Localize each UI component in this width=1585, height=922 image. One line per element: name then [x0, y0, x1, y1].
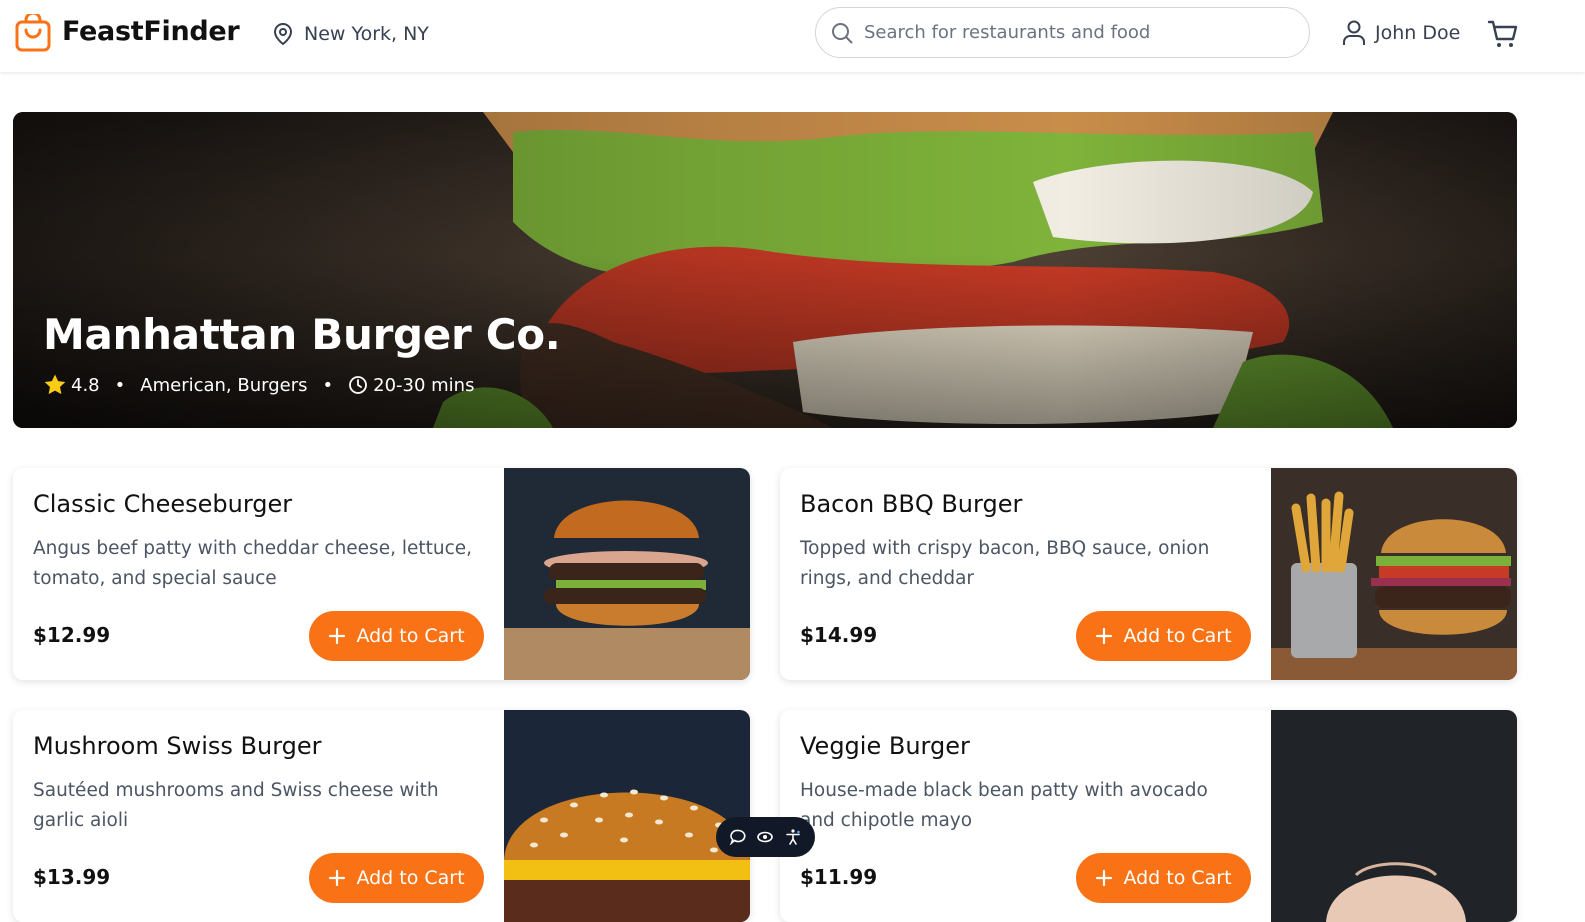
user-name: John Doe — [1375, 22, 1461, 44]
restaurant-rating: 4.8 — [71, 374, 100, 396]
user-account-button[interactable]: John Doe — [1341, 19, 1460, 47]
add-to-cart-label: Add to Cart — [356, 625, 465, 647]
mushroom-swiss-burger-image — [504, 710, 750, 922]
menu-item-name: Veggie Burger — [800, 732, 970, 760]
plus-icon — [1096, 869, 1113, 887]
restaurant-cuisine: American, Burgers — [140, 374, 308, 396]
location-selector[interactable]: New York, NY — [272, 21, 429, 47]
menu-item-name: Bacon BBQ Burger — [800, 490, 1023, 518]
menu-item-name: Classic Cheeseburger — [33, 490, 293, 518]
floating-toolbar — [716, 817, 815, 857]
search-bar[interactable] — [815, 7, 1310, 58]
plus-icon — [329, 627, 346, 645]
menu-item-description: Sautéed mushrooms and Swiss cheese with … — [33, 780, 439, 831]
restaurant-meta: 4.8 • American, Burgers • 20-30 mins — [43, 373, 474, 397]
bacon-bbq-burger-image — [1271, 468, 1517, 680]
menu-item-price: $14.99 — [800, 623, 878, 647]
add-to-cart-button[interactable]: Add to Cart — [309, 611, 484, 661]
map-pin-icon — [273, 22, 293, 46]
menu-item-price: $11.99 — [800, 865, 878, 889]
add-to-cart-label: Add to Cart — [1123, 625, 1232, 647]
menu-item-description: Topped with crispy bacon, BBQ sauce, oni… — [800, 538, 1210, 589]
brand-name[interactable]: FeastFinder — [62, 16, 240, 47]
eye-icon[interactable] — [756, 828, 774, 846]
restaurant-hero-banner: Manhattan Burger Co. 4.8 • American, Bur… — [13, 112, 1517, 428]
menu-item-name: Mushroom Swiss Burger — [33, 732, 322, 760]
location-label: New York, NY — [304, 23, 429, 45]
cart-icon[interactable] — [1487, 18, 1519, 50]
plus-icon — [329, 869, 346, 887]
classic-cheeseburger-image — [504, 468, 750, 680]
search-icon — [832, 22, 853, 43]
menu-item-card[interactable]: Classic Cheeseburger Angus beef patty wi… — [13, 468, 750, 680]
add-to-cart-button[interactable]: Add to Cart — [1076, 611, 1251, 661]
separator-dot: • — [322, 374, 334, 396]
menu-item-card[interactable]: Veggie Burger House-made black bean patt… — [780, 710, 1517, 922]
menu-item-description: House-made black bean patty with avocado… — [800, 780, 1208, 831]
menu-item-description: Angus beef patty with cheddar cheese, le… — [33, 538, 473, 589]
comment-icon[interactable] — [729, 828, 747, 846]
accessibility-icon[interactable] — [784, 828, 802, 846]
add-to-cart-label: Add to Cart — [356, 867, 465, 889]
plus-icon — [1096, 627, 1113, 645]
delivery-time: 20-30 mins — [373, 374, 475, 396]
menu-item-card[interactable]: Mushroom Swiss Burger Sautéed mushrooms … — [13, 710, 750, 922]
user-icon — [1343, 20, 1365, 45]
star-icon — [44, 374, 66, 395]
separator-dot: • — [114, 374, 126, 396]
menu-item-card[interactable]: Bacon BBQ Burger Topped with crispy baco… — [780, 468, 1517, 680]
shopping-bag-icon[interactable] — [15, 14, 51, 52]
veggie-burger-image — [1271, 710, 1517, 922]
add-to-cart-button[interactable]: Add to Cart — [1076, 853, 1251, 903]
add-to-cart-button[interactable]: Add to Cart — [309, 853, 484, 903]
add-to-cart-label: Add to Cart — [1123, 867, 1232, 889]
menu-item-price: $13.99 — [33, 865, 111, 889]
clock-icon — [349, 376, 368, 394]
menu-item-price: $12.99 — [33, 623, 111, 647]
top-navigation-bar: FeastFinder New York, NY John Doe — [0, 0, 1585, 72]
restaurant-name: Manhattan Burger Co. — [43, 310, 561, 359]
search-input[interactable] — [864, 22, 1294, 43]
